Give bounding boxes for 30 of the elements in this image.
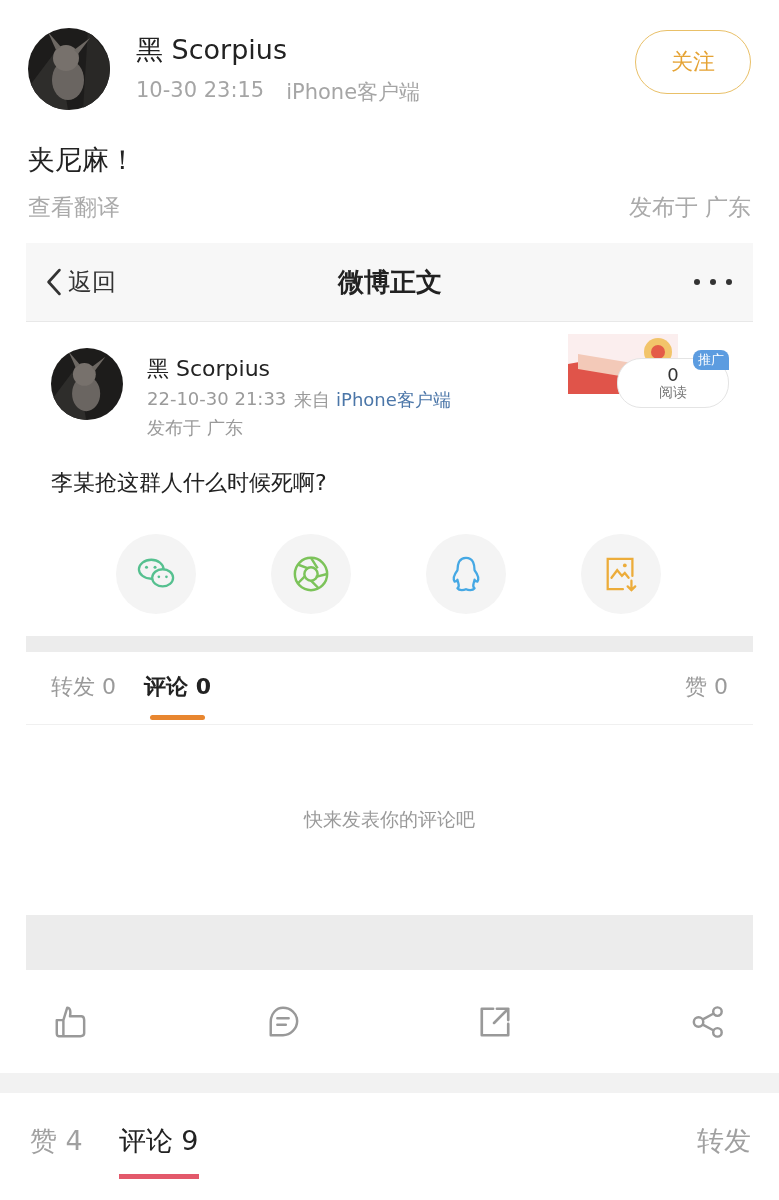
- tab[interactable]: 评论 9: [118, 1123, 199, 1179]
- tab[interactable]: 转发: [697, 1123, 751, 1179]
- post-location: 发布于 广东: [147, 416, 244, 440]
- translate-link[interactable]: 查看翻译: [28, 192, 120, 223]
- back-icon: [46, 268, 62, 296]
- post-location: 发布于 广东: [628, 193, 751, 222]
- promo-badge[interactable]: 推广: [693, 350, 729, 370]
- aperture-icon: [292, 555, 330, 593]
- share-icon[interactable]: [690, 1004, 725, 1039]
- post-time: 22-10-30 21:33: [147, 388, 287, 411]
- read-count: 0: [667, 365, 679, 384]
- page-title: 微博正文: [337, 265, 442, 299]
- tab[interactable]: 转发 0: [51, 672, 116, 724]
- more-icon[interactable]: [693, 278, 733, 286]
- tab[interactable]: 赞 4: [30, 1123, 83, 1179]
- follow-button[interactable]: 关注: [635, 30, 751, 94]
- back-button[interactable]: 返回: [46, 266, 116, 298]
- tab[interactable]: 赞 0: [685, 672, 728, 724]
- repost-icon[interactable]: [478, 1004, 513, 1039]
- author-name[interactable]: 黑 Scorpius: [147, 354, 568, 384]
- post-source: 来自 iPhone客户端: [294, 388, 451, 412]
- post-time: 10-30 23:15: [136, 78, 265, 104]
- post-text: 夹尼麻！: [27, 143, 137, 177]
- read-label: 阅读: [659, 383, 687, 401]
- tab[interactable]: 评论 0: [144, 672, 211, 724]
- author-name[interactable]: 黑 Scorpius: [136, 32, 635, 68]
- thumbs-up-icon[interactable]: [53, 1004, 87, 1039]
- post-source: iPhone客户端: [286, 79, 421, 106]
- empty-message: 快来发表你的评论吧: [304, 807, 475, 832]
- post-text: 李某抢这群人什么时候死啊?: [51, 469, 328, 497]
